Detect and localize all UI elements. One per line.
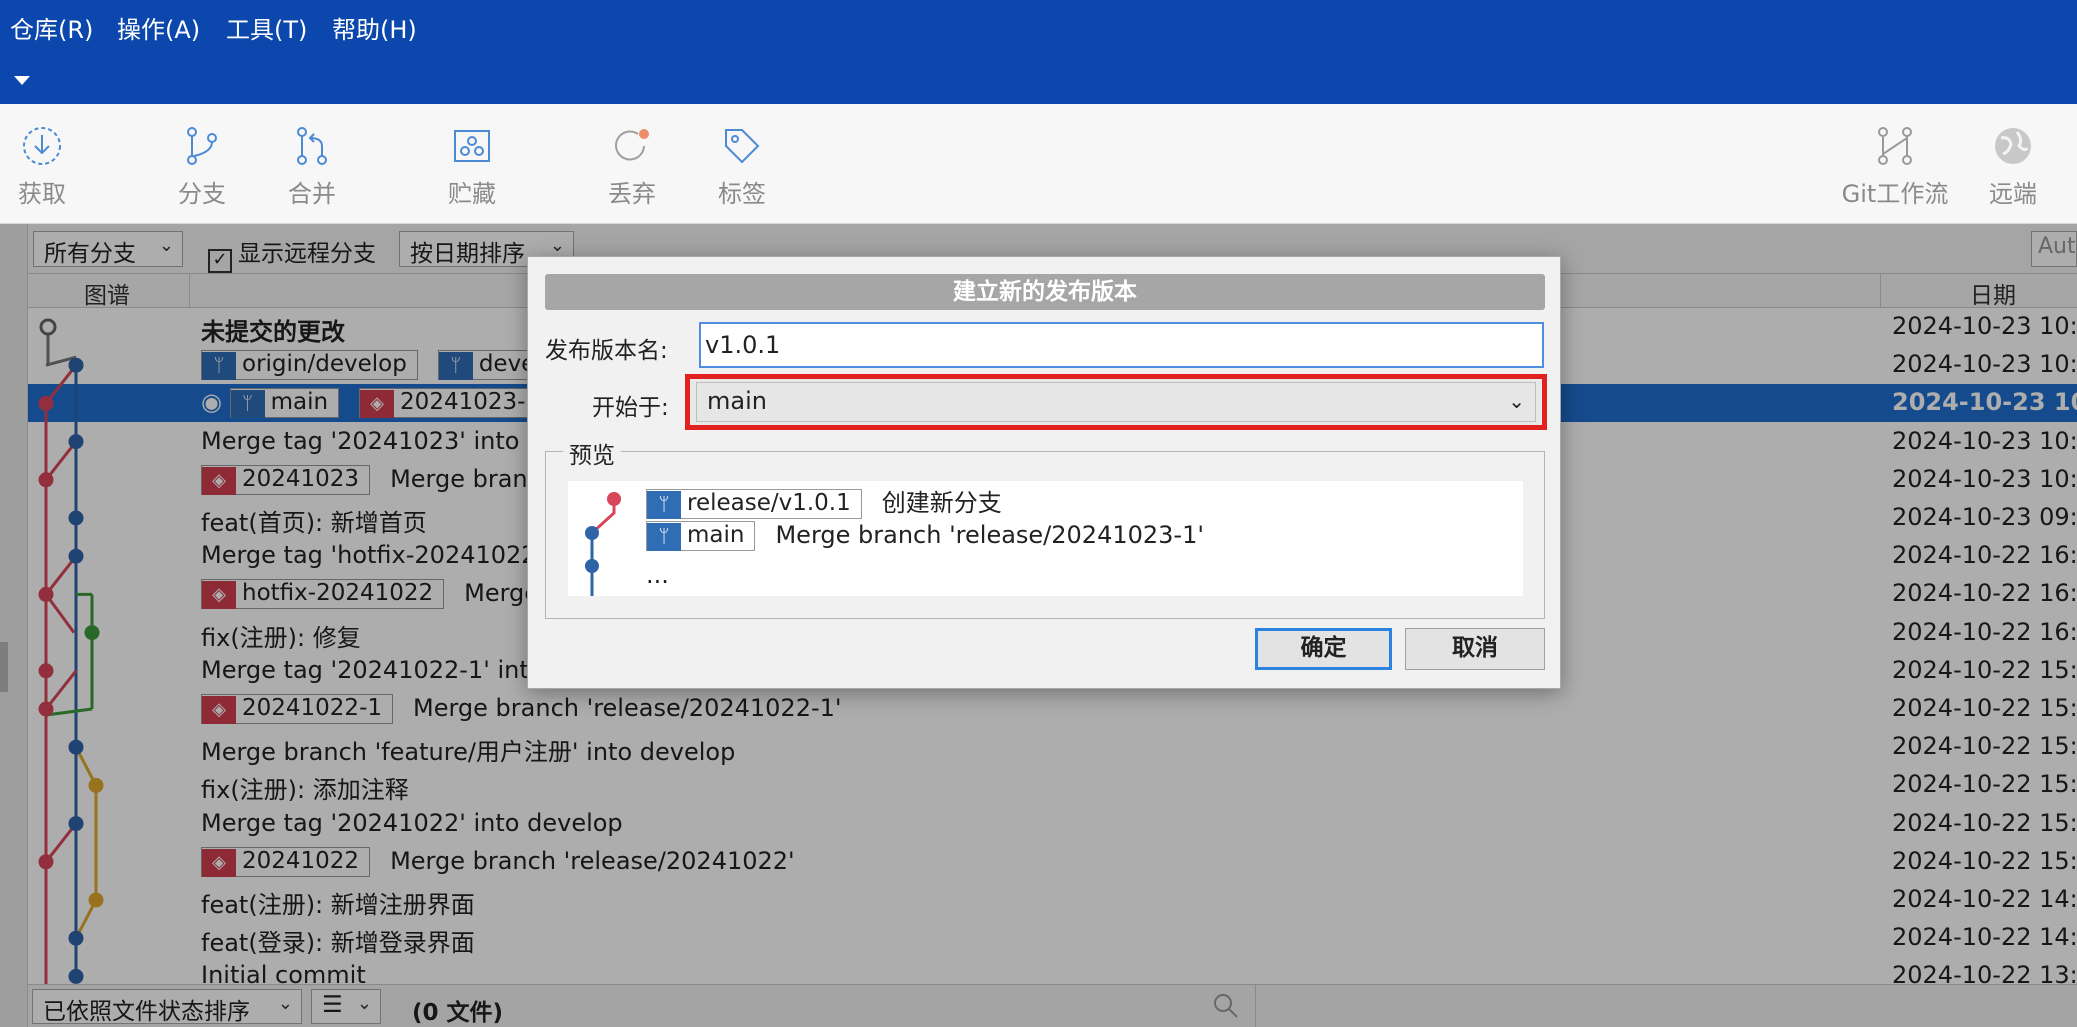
preview-commit-dot (585, 559, 599, 573)
branch-chip-label: release/v1.0.1 (687, 490, 851, 516)
start-at-label: 开始于: (592, 395, 669, 421)
tag-icon (725, 129, 760, 164)
menu-repository[interactable]: 仓库(R) (10, 10, 93, 45)
merge-label: 合并 (288, 180, 336, 208)
release-name-input[interactable] (699, 322, 1544, 368)
fetch-button[interactable]: 获取 (0, 124, 97, 209)
dialog-title: 建立新的发布版本 (545, 274, 1545, 310)
merge-button[interactable]: 合并 (257, 124, 367, 209)
start-at-select[interactable]: main ⌄ (685, 374, 1547, 430)
stash-button[interactable]: 贮藏 (417, 124, 527, 209)
menu-actions[interactable]: 操作(A) (117, 10, 200, 45)
release-name-label: 发布版本名: (545, 338, 668, 364)
preview-row-base-branch: ᛘ main Merge branch 'release/20241023-1' (646, 521, 1204, 551)
branch-chip: ᛘ release/v1.0.1 (646, 489, 862, 519)
gitflow-icon (1878, 127, 1912, 165)
preview-graph (585, 492, 621, 596)
tag-button[interactable]: 标签 (687, 124, 797, 209)
tab-dropdown-icon[interactable] (14, 76, 30, 85)
globe-icon (1995, 128, 2031, 164)
preview-new-desc: 创建新分支 (881, 489, 1002, 517)
preview-base-desc: Merge branch 'release/20241023-1' (775, 521, 1204, 549)
merge-icon (297, 127, 327, 165)
discard-label: 丢弃 (608, 180, 656, 208)
start-at-value: main (707, 387, 767, 415)
stash-label: 贮藏 (448, 180, 496, 208)
menu-help[interactable]: 帮助(H) (332, 10, 417, 45)
fetch-icon (23, 127, 61, 165)
stash-icon (454, 130, 490, 162)
chevron-down-icon: ⌄ (1508, 389, 1525, 413)
branch-icon: ᛘ (647, 523, 681, 551)
preview-group: 预览 ᛘ release/v1.0.1 创建新分支 ᛘ main Merge branc… (545, 436, 1545, 619)
new-release-dialog: 建立新的发布版本 发布版本名: 开始于: main ⌄ 预览 ᛘrelease/… (527, 256, 1561, 689)
branch-chip-label: main (687, 522, 745, 548)
ok-button[interactable]: 确定 (1255, 628, 1392, 670)
branch-chip: ᛘ main (646, 521, 756, 551)
tag-label: 标签 (718, 180, 766, 208)
discard-button[interactable]: 丢弃 (577, 124, 687, 209)
start-at-field[interactable]: main ⌄ (696, 382, 1536, 422)
preview-more: ... (646, 561, 669, 589)
fetch-label: 获取 (18, 180, 66, 208)
preview-row-new-branch: ᛘ release/v1.0.1 创建新分支 (646, 483, 1002, 519)
preview-new-commit-dot (607, 492, 621, 506)
menu-tools[interactable]: 工具(T) (226, 10, 307, 45)
preview-main-commit-dot (585, 526, 599, 540)
branch-label: 分支 (178, 180, 226, 208)
branch-icon (187, 127, 217, 165)
remote-button[interactable]: 远端 (1958, 124, 2068, 209)
toolbar: 获取 分支 合并 贮藏 丢弃 标签 Git工作流 远端 (0, 104, 2077, 224)
branch-button[interactable]: 分支 (147, 124, 257, 209)
cancel-button[interactable]: 取消 (1405, 628, 1545, 670)
preview-box: ᛘ release/v1.0.1 创建新分支 ᛘ main Merge branch '… (568, 481, 1523, 596)
remote-label: 远端 (1989, 180, 2037, 208)
gitflow-button[interactable]: Git工作流 (1830, 124, 1960, 209)
menu-bar: 仓库(R) 操作(A) 工具(T) 帮助(H) (0, 0, 2077, 104)
branch-icon: ᛘ (647, 491, 681, 519)
preview-legend: 预览 (563, 436, 621, 470)
discard-icon (615, 129, 649, 161)
gitflow-label: Git工作流 (1841, 180, 1949, 208)
